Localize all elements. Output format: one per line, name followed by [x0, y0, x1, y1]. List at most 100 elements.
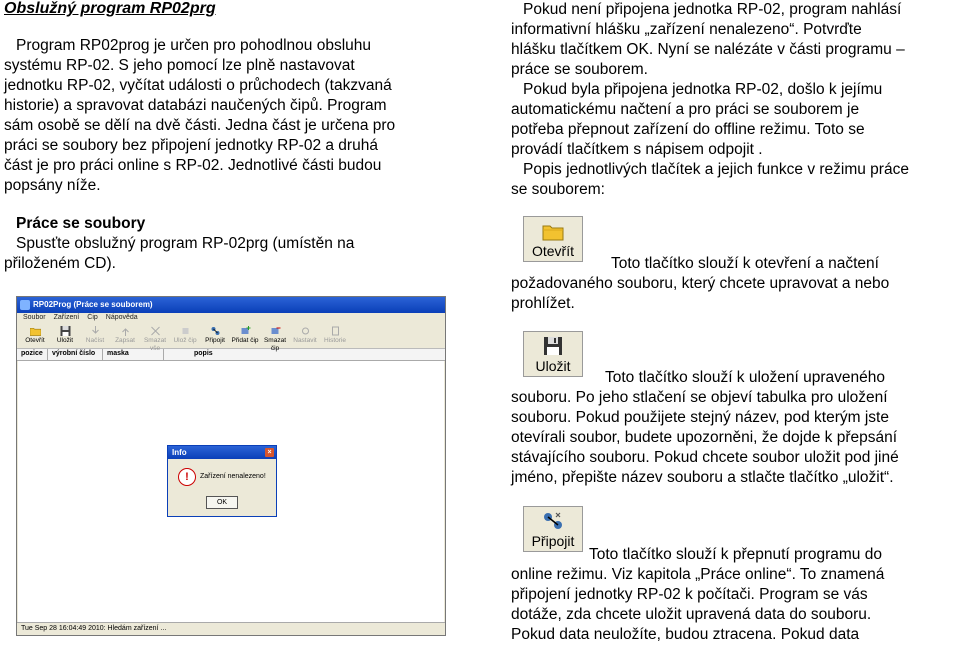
error-icon: ! [178, 468, 196, 486]
button-label: Uložit [535, 358, 571, 374]
text-line: přiloženém CD). [4, 255, 116, 272]
app-icon [20, 300, 30, 310]
settings-icon [301, 327, 309, 335]
toolbar-label: Ulož čip [173, 337, 197, 344]
text-line: informativní hlášku „zařízení nenalezeno… [511, 21, 862, 38]
column-header[interactable]: popis [164, 349, 445, 360]
text-line: dotáže, zda chcete uložit upravená data … [511, 606, 872, 623]
menu-item-cip[interactable]: Čip [87, 313, 98, 324]
folder-icon [29, 327, 41, 336]
text-line: otevírali soubor, budete upozorněni, že … [511, 429, 898, 446]
info-dialog: Info × ! Zařízení nenalezeno! OK [167, 445, 277, 517]
column-header[interactable]: maska [103, 349, 164, 360]
add-chip-icon [241, 326, 250, 334]
save-description: Toto tlačítko slouží k uložení upravenéh… [511, 368, 957, 488]
toolbar-add-chip-button[interactable]: Přidat čip [231, 324, 259, 348]
floppy-icon [60, 326, 70, 336]
button-label: Připojit [531, 533, 575, 549]
intro-paragraph: Program RP02prog je určen pro pohodlnou … [4, 36, 448, 196]
toolbar-write-button[interactable]: Zapsat [111, 324, 139, 348]
section-paragraph: Spusťte obslužný program RP-02prg (umíst… [4, 234, 448, 274]
section-heading: Práce se soubory [16, 215, 146, 232]
status-bar: Tue Sep 28 16:04:49 2010: Hledám zařízen… [17, 622, 445, 635]
column-header[interactable]: pozice [17, 349, 48, 360]
text-line: požadovaného souboru, který chcete uprav… [511, 275, 890, 292]
toolbar-save-button[interactable]: Uložit [51, 324, 79, 348]
delete-all-icon [150, 326, 160, 336]
text-line: provádí tlačítkem s nápisem odpojit . [511, 141, 763, 158]
open-button-image: Otevřít [523, 216, 583, 262]
text-line: systému RP-02. S jeho pomocí lze plně na… [4, 57, 355, 74]
text-line: souboru. Pokud použijete stejný název, p… [511, 409, 889, 426]
floppy-icon [544, 337, 562, 355]
text-line: jméno, přepište název souboru a stlačte … [511, 469, 894, 486]
paragraph: Popis jednotlivých tlačítek a jejich fun… [511, 160, 957, 200]
text-line: práci se soubory bez připojení jednotky … [4, 137, 378, 154]
dialog-message: Zařízení nenalezeno! [200, 473, 266, 480]
menu-item-napoveda[interactable]: Nápověda [106, 313, 138, 324]
text-line: prohlížet. [511, 295, 575, 312]
toolbar-label: Přidat čip [231, 337, 259, 344]
toolbar-label: Zapsat [115, 337, 135, 344]
text-line: historie) a spravovat databázi naučených… [4, 97, 387, 114]
toolbar-label: Připojit [205, 337, 225, 344]
app-screenshot: RP02Prog (Práce se souborem) Soubor Zaří… [16, 296, 446, 636]
save-button-image: Uložit [523, 331, 583, 377]
text-line: Pokud data neuložíte, budou ztracena. Po… [511, 626, 860, 643]
connect-description: Toto tlačítko slouží k přepnutí programu… [511, 545, 957, 645]
toolbar-remove-chip-button[interactable]: Smazat čip [261, 324, 289, 352]
toolbar-delete-all-button[interactable]: Smazat vše [141, 324, 169, 352]
toolbar-load-button[interactable]: Načíst [81, 324, 109, 348]
toolbar-open-button[interactable]: Otevřít [21, 324, 49, 348]
text-line: se souborem: [511, 181, 605, 198]
text-line: sám osobě se dělí na dvě části. Jedna čá… [4, 117, 396, 134]
toolbar-label: Otevřít [25, 337, 45, 344]
connect-icon [544, 512, 562, 529]
text-line: Program RP02prog je určen pro pohodlnou … [16, 37, 372, 54]
text-line: potřeba přepnout zařízení do offline rež… [511, 121, 865, 138]
left-column: Obslužný program RP02prg Program RP02pro… [4, 0, 448, 274]
remove-chip-icon [271, 327, 280, 334]
toolbar-connect-button[interactable]: Připojit [201, 324, 229, 348]
toolbar-save-chip-button[interactable]: Ulož čip [171, 324, 199, 348]
download-icon [91, 326, 99, 334]
toolbar-label: Uložit [56, 337, 74, 344]
toolbar-settings-button[interactable]: Nastavit [291, 324, 319, 348]
table-header: pozice výrobní číslo maska popis [17, 349, 445, 361]
open-description: Toto tlačítko slouží k otevření a načten… [511, 254, 957, 314]
paragraph: Pokud byla připojena jednotka RP-02, doš… [511, 80, 957, 160]
toolbar-label: Historie [323, 337, 347, 344]
chip-icon [182, 328, 188, 334]
paragraph: Pokud není připojena jednotka RP-02, pro… [511, 0, 957, 80]
connect-button-image: Připojit [523, 506, 583, 552]
text-line: část je pro práci online s RP-02. Jednot… [4, 157, 382, 174]
toolbar-history-button[interactable]: Historie [321, 324, 349, 348]
text-line: připojení jednotky RP-02 k počítači. Pro… [511, 586, 868, 603]
text-line: jednotku RP-02, vyčítat události o průch… [4, 77, 392, 94]
close-icon[interactable]: × [265, 448, 274, 457]
toolbar-label: Načíst [85, 337, 105, 344]
history-icon [331, 326, 339, 336]
window-titlebar: RP02Prog (Práce se souborem) [17, 297, 445, 313]
menu-bar: Soubor Zařízení Čip Nápověda [17, 313, 445, 324]
dialog-titlebar: Info × [168, 446, 276, 459]
column-header[interactable]: výrobní číslo [48, 349, 103, 360]
text-line: Pokud není připojena jednotka RP-02, pro… [523, 1, 902, 18]
button-label: Otevřít [531, 243, 574, 259]
document-title: Obslužný program RP02prg [4, 0, 216, 17]
text-line: práce se souborem. [511, 61, 648, 78]
dialog-title: Info [172, 448, 187, 457]
text-line: souboru. Po jeho stlačení se objeví tabu… [511, 389, 888, 406]
text-line: stávajícího souboru. Pokud chcete soubor… [511, 449, 899, 466]
menu-item-zarizeni[interactable]: Zařízení [54, 313, 80, 324]
text-line: hlášku tlačítkem OK. Nyní se nalézáte v … [511, 41, 905, 58]
upload-icon [121, 328, 129, 336]
text-line: online režimu. Viz kapitola „Práce onlin… [511, 566, 885, 583]
text-line: automatickému načtení a pro práci se sou… [511, 101, 860, 118]
ok-button[interactable]: OK [206, 496, 238, 509]
menu-item-soubor[interactable]: Soubor [23, 313, 46, 324]
folder-icon [542, 225, 564, 241]
text-line: Popis jednotlivých tlačítek a jejich fun… [523, 161, 909, 178]
text-line: Spusťte obslužný program RP-02prg (umíst… [16, 235, 355, 252]
connect-icon [211, 327, 219, 335]
